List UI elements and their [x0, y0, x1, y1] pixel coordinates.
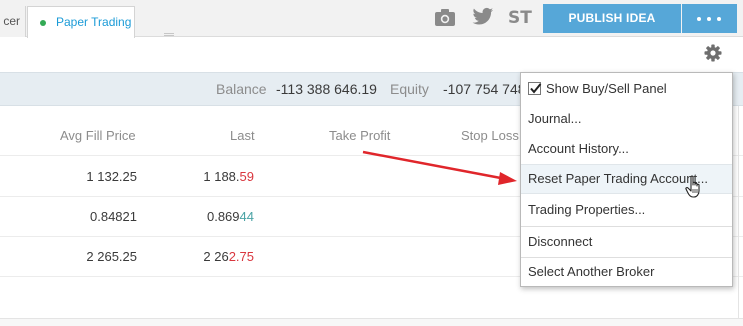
column-header-stop-loss[interactable]: Stop Loss	[461, 128, 519, 143]
menu-item-label: Disconnect	[528, 234, 593, 249]
balance-label: Balance	[216, 81, 267, 97]
menu-item-journal[interactable]: Journal...	[521, 104, 732, 134]
cell-last: 0.86944	[206, 209, 254, 224]
menu-item-label: Trading Properties...	[528, 202, 646, 217]
cell-avg-fill-price: 2 265.25	[86, 249, 137, 264]
menu-item-trading-properties[interactable]: Trading Properties...	[521, 195, 732, 225]
menu-item-label: Select Another Broker	[528, 264, 655, 279]
menu-item-disconnect[interactable]: Disconnect	[521, 227, 732, 257]
panel-resize-handle[interactable]	[164, 33, 174, 36]
menu-item-show-buy-sell-panel[interactable]: Show Buy/Sell Panel	[521, 74, 732, 104]
balance-value: -113 388 646.19	[276, 81, 377, 97]
more-icon[interactable]	[682, 4, 737, 33]
cell-avg-fill-price: 0.84821	[90, 209, 137, 224]
gear-icon[interactable]	[704, 44, 722, 62]
column-header-last[interactable]: Last	[230, 128, 255, 143]
cell-last: 1 188.59	[203, 169, 254, 184]
menu-item-label: Journal...	[528, 111, 582, 126]
stocktwits-icon[interactable]: ST	[508, 7, 532, 29]
hand-cursor-icon	[685, 175, 700, 198]
menu-item-select-another-broker[interactable]: Select Another Broker	[521, 257, 732, 287]
menu-item-label: Show Buy/Sell Panel	[546, 81, 667, 96]
menu-item-account-history[interactable]: Account History...	[521, 134, 732, 164]
panel-bottom-edge	[0, 318, 743, 326]
tab-previous-label: cer	[3, 14, 20, 28]
tab-paper-trading-label: Paper Trading	[56, 15, 132, 29]
column-header-avg-fill-price[interactable]: Avg Fill Price	[60, 128, 136, 143]
checkbox-checked-icon[interactable]	[528, 82, 542, 95]
annotation-arrow	[362, 150, 517, 185]
tab-paper-trading[interactable]: Paper Trading	[27, 6, 135, 38]
menu-item-label: Account History...	[528, 141, 629, 156]
cell-last: 2 262.75	[203, 249, 254, 264]
cell-avg-fill-price: 1 132.25	[86, 169, 137, 184]
twitter-icon[interactable]	[472, 7, 494, 29]
publish-idea-button[interactable]: PUBLISH IDEA	[543, 4, 681, 33]
connection-status-dot	[40, 20, 46, 26]
tab-bar: cer Paper Trading ST PUBLISH IDEA	[0, 0, 743, 38]
equity-value: -107 754 748.	[443, 81, 530, 97]
tab-previous[interactable]: cer	[0, 6, 26, 37]
scrollbar[interactable]	[738, 106, 743, 326]
equity-label: Equity	[390, 81, 429, 97]
camera-icon[interactable]	[434, 7, 456, 29]
menu-item-label: Reset Paper Trading Account...	[528, 171, 708, 186]
column-header-take-profit[interactable]: Take Profit	[329, 128, 390, 143]
